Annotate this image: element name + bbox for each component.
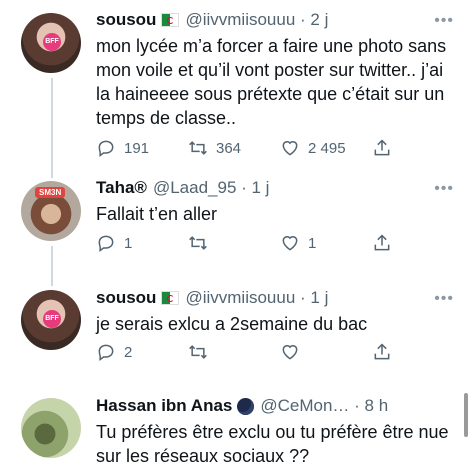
avatar-badge: BFF [43, 33, 61, 51]
reply-icon [98, 344, 114, 361]
tweet-actions: 191 364 2 495 [96, 138, 396, 164]
like-button[interactable] [280, 342, 300, 362]
more-icon[interactable]: ••• [434, 180, 454, 198]
reply-button[interactable]: 2 [96, 342, 132, 362]
reply-icon [98, 140, 114, 157]
share-button[interactable] [372, 138, 392, 158]
share-button[interactable] [372, 342, 392, 362]
retweet-icon [189, 141, 207, 155]
like-icon [282, 236, 298, 251]
avatar-badge: SM3N [35, 187, 66, 198]
avatar[interactable]: BFF [21, 290, 81, 350]
retweet-icon [189, 345, 207, 359]
blue-circle-emoji-icon [237, 397, 255, 415]
retweet-button[interactable] [188, 233, 208, 253]
reply-count: 2 [124, 343, 133, 361]
like-button[interactable]: 2 495 [280, 138, 346, 158]
share-icon [374, 234, 390, 251]
user-handle-time[interactable]: @iivvmiisouuu · 2 j [185, 10, 328, 30]
avatar[interactable] [21, 398, 81, 458]
tweet-header: sousou @iivvmiisouuu · 2 j [96, 10, 328, 30]
algeria-flag-icon [161, 13, 180, 27]
like-button[interactable]: 1 [280, 233, 316, 253]
retweet-button[interactable]: 364 [188, 138, 241, 158]
avatar[interactable]: SM3N [21, 181, 81, 241]
tweet-3[interactable]: BFF sousou @iivvmiisouuu · 1 j ••• je se… [0, 280, 474, 390]
scrollbar[interactable] [464, 393, 468, 437]
user-handle-time[interactable]: @CeMon… · 8 h [260, 396, 388, 416]
retweet-count: 364 [216, 139, 242, 157]
tweet-header: Hassan ibn Anas @CeMon… · 8 h [96, 396, 388, 416]
like-icon [282, 345, 298, 360]
more-icon[interactable]: ••• [434, 12, 454, 30]
reply-button[interactable]: 191 [96, 138, 149, 158]
avatar[interactable]: BFF [21, 13, 81, 73]
user-name[interactable]: sousou [96, 10, 156, 30]
tweet-actions: 2 [96, 342, 396, 368]
tweet-text: Fallait t’en aller [96, 204, 218, 224]
like-count: 2 495 [308, 139, 346, 157]
tweet-header: sousou @iivvmiisouuu · 1 j [96, 288, 328, 308]
tweet-text: je serais exlcu a 2semaine du bac [96, 314, 368, 334]
share-icon [374, 343, 390, 360]
user-name[interactable]: Taha® [96, 178, 147, 198]
user-name[interactable]: Hassan ibn Anas [96, 396, 232, 416]
more-icon[interactable]: ••• [434, 290, 454, 308]
tweet-4[interactable]: Hassan ibn Anas @CeMon… · 8 h Tu préfère… [0, 390, 474, 474]
user-name[interactable]: sousou [96, 288, 156, 308]
tweet-header: Taha® @Laad_95 · 1 j [96, 178, 269, 198]
tweet-text: Tu préfères être exclu ou tu préfère êtr… [96, 422, 449, 466]
tweet-actions: 1 1 [96, 233, 396, 259]
user-handle-time[interactable]: @Laad_95 · 1 j [153, 178, 270, 198]
like-count: 1 [308, 234, 317, 252]
reply-count: 1 [124, 234, 133, 252]
like-icon [282, 141, 298, 156]
tweet-2[interactable]: SM3N Taha® @Laad_95 · 1 j ••• Fallait t’… [0, 170, 474, 280]
avatar-badge: BFF [43, 310, 61, 328]
tweet-text: mon lycée m’a forcer a faire une photo s… [96, 36, 447, 128]
share-icon [374, 139, 390, 156]
retweet-icon [189, 236, 207, 250]
reply-count: 191 [124, 139, 150, 157]
reply-button[interactable]: 1 [96, 233, 132, 253]
share-button[interactable] [372, 233, 392, 253]
user-handle-time[interactable]: @iivvmiisouuu · 1 j [185, 288, 328, 308]
retweet-button[interactable] [188, 342, 208, 362]
tweet-1[interactable]: BFF sousou @iivvmiisouuu · 2 j ••• mon l… [0, 0, 474, 170]
algeria-flag-icon [161, 291, 180, 305]
reply-icon [98, 235, 114, 252]
